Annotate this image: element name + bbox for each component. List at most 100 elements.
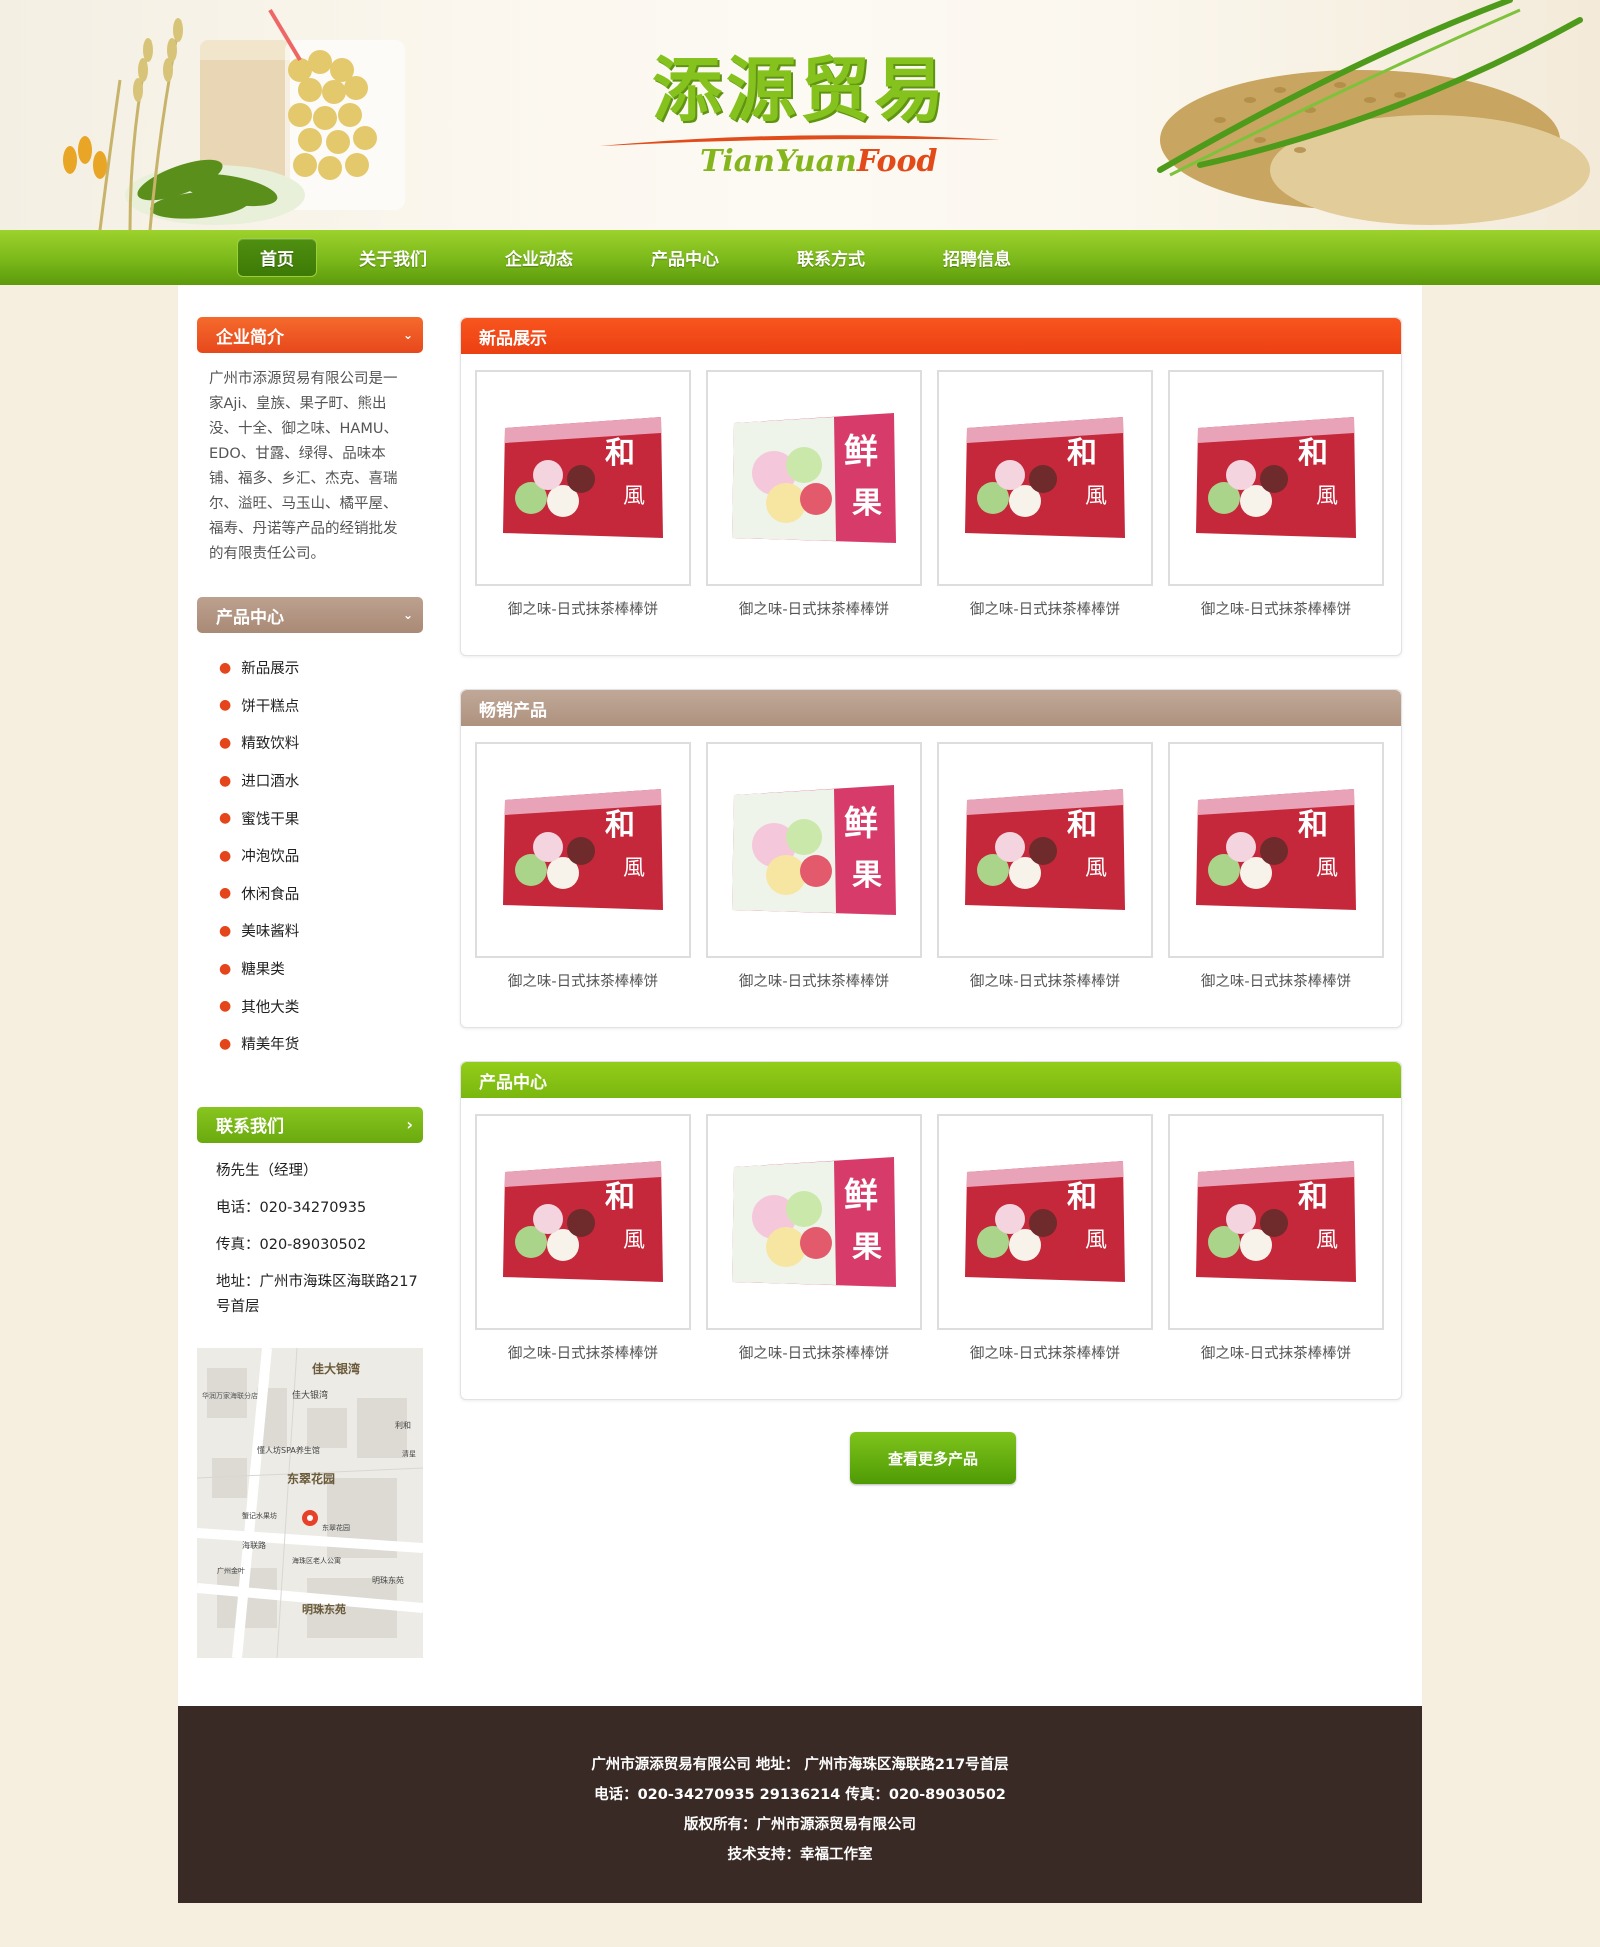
category-item[interactable]: ● 饼干糕点 bbox=[219, 687, 423, 725]
site-logo[interactable]: 添源贸易 TianYuanFood bbox=[600, 48, 1000, 188]
product-card[interactable]: 鲜果御之味-日式抹茶棒棒饼 bbox=[706, 742, 922, 991]
bullet-icon: ● bbox=[219, 772, 232, 789]
bullet-icon: ● bbox=[219, 960, 232, 977]
contact-address: 地址：广州市海珠区海联路217号首层 bbox=[216, 1273, 418, 1315]
category-item[interactable]: ● 冲泡饮品 bbox=[219, 837, 423, 875]
product-image[interactable]: 和風 bbox=[937, 370, 1153, 586]
product-caption[interactable]: 御之味-日式抹茶棒棒饼 bbox=[706, 1342, 922, 1363]
product-center-heading[interactable]: 产品中心 ⌄ bbox=[197, 597, 423, 633]
product-card[interactable]: 鲜果御之味-日式抹茶棒棒饼 bbox=[706, 370, 922, 619]
main-content: 新品展示 和風御之味-日式抹茶棒棒饼鲜果御之味-日式抹茶棒棒饼和風御之味-日式抹… bbox=[460, 317, 1402, 1433]
svg-text:佳大银湾: 佳大银湾 bbox=[312, 1361, 360, 1376]
contact-fax: 传真：020-89030502 bbox=[216, 1236, 367, 1253]
category-item[interactable]: ● 美味酱料 bbox=[219, 912, 423, 950]
bullet-icon: ● bbox=[219, 922, 232, 939]
product-card[interactable]: 和風御之味-日式抹茶棒棒饼 bbox=[1168, 1114, 1384, 1363]
product-image[interactable]: 和風 bbox=[937, 742, 1153, 958]
product-row: 和風御之味-日式抹茶棒棒饼鲜果御之味-日式抹茶棒棒饼和風御之味-日式抹茶棒棒饼和… bbox=[475, 370, 1384, 619]
product-card[interactable]: 和風御之味-日式抹茶棒棒饼 bbox=[475, 742, 691, 991]
svg-text:風: 風 bbox=[1316, 856, 1338, 881]
bullet-icon: ● bbox=[219, 659, 232, 676]
svg-text:和: 和 bbox=[1298, 1180, 1328, 1215]
intro-heading[interactable]: 企业简介 ⌄ bbox=[197, 317, 423, 353]
bestseller-section: 畅销产品 和風御之味-日式抹茶棒棒饼鲜果御之味-日式抹茶棒棒饼和風御之味-日式抹… bbox=[460, 689, 1402, 1028]
svg-text:利和: 利和 bbox=[395, 1420, 411, 1430]
product-image[interactable]: 和風 bbox=[475, 370, 691, 586]
product-caption[interactable]: 御之味-日式抹茶棒棒饼 bbox=[475, 970, 691, 991]
nav-item-contact[interactable]: 联系方式 bbox=[758, 230, 904, 285]
svg-text:果: 果 bbox=[852, 486, 882, 521]
category-item[interactable]: ● 其他大类 bbox=[219, 987, 423, 1025]
nav-item-products[interactable]: 产品中心 bbox=[612, 230, 758, 285]
category-item[interactable]: ● 进口酒水 bbox=[219, 762, 423, 800]
category-item[interactable]: ● 蜜饯干果 bbox=[219, 799, 423, 837]
product-image[interactable]: 和風 bbox=[1168, 742, 1384, 958]
main-nav: 首页 关于我们 企业动态 产品中心 联系方式 招聘信息 bbox=[0, 230, 1600, 285]
category-item[interactable]: ● 糖果类 bbox=[219, 950, 423, 988]
product-caption[interactable]: 御之味-日式抹茶棒棒饼 bbox=[475, 1342, 691, 1363]
product-card[interactable]: 和風御之味-日式抹茶棒棒饼 bbox=[937, 1114, 1153, 1363]
svg-text:鲜: 鲜 bbox=[844, 804, 878, 844]
product-card[interactable]: 和風御之味-日式抹茶棒棒饼 bbox=[1168, 742, 1384, 991]
product-card[interactable]: 和風御之味-日式抹茶棒棒饼 bbox=[937, 370, 1153, 619]
product-caption[interactable]: 御之味-日式抹茶棒棒饼 bbox=[1168, 1342, 1384, 1363]
product-image[interactable]: 和風 bbox=[937, 1114, 1153, 1330]
bullet-icon: ● bbox=[219, 734, 232, 751]
svg-text:風: 風 bbox=[1316, 1228, 1338, 1253]
product-caption[interactable]: 御之味-日式抹茶棒棒饼 bbox=[937, 1342, 1153, 1363]
contact-person: 杨先生（经理） bbox=[216, 1162, 318, 1179]
svg-text:东翠花园: 东翠花园 bbox=[322, 1523, 350, 1532]
nav-item-news[interactable]: 企业动态 bbox=[466, 230, 612, 285]
nav-item-about[interactable]: 关于我们 bbox=[320, 230, 466, 285]
product-image[interactable]: 鲜果 bbox=[706, 370, 922, 586]
svg-text:懂人坊SPA养生馆: 懂人坊SPA养生馆 bbox=[257, 1445, 320, 1455]
location-map[interactable]: 佳大银湾 佳大银湾 华润万家海联分店 利和 清星 懂人坊SPA养生馆 东翠花园 … bbox=[197, 1348, 423, 1658]
chevron-down-icon: ⌄ bbox=[402, 328, 413, 342]
product-caption[interactable]: 御之味-日式抹茶棒棒饼 bbox=[937, 970, 1153, 991]
product-image[interactable]: 和風 bbox=[1168, 1114, 1384, 1330]
product-image[interactable]: 和風 bbox=[475, 1114, 691, 1330]
footer-copyright: 版权所有：广州市源添贸易有限公司 bbox=[684, 1817, 916, 1833]
product-card[interactable]: 和風御之味-日式抹茶棒棒饼 bbox=[475, 1114, 691, 1363]
svg-text:果: 果 bbox=[852, 858, 882, 893]
svg-text:風: 風 bbox=[623, 484, 645, 509]
category-item[interactable]: ● 精致饮料 bbox=[219, 724, 423, 762]
svg-text:佳大银湾: 佳大银湾 bbox=[292, 1389, 328, 1401]
bullet-icon: ● bbox=[219, 847, 232, 864]
nav-item-home[interactable]: 首页 bbox=[234, 230, 320, 285]
company-intro-text: 广州市添源贸易有限公司是一家Aji、皇族、果子町、熊出没、十全、御之味、HAMU… bbox=[209, 371, 398, 562]
svg-text:鲜: 鲜 bbox=[844, 1176, 878, 1216]
svg-text:風: 風 bbox=[1085, 484, 1107, 509]
category-item[interactable]: ● 精美年货 bbox=[219, 1025, 423, 1063]
section-heading: 产品中心 bbox=[461, 1062, 1401, 1098]
product-caption[interactable]: 御之味-日式抹茶棒棒饼 bbox=[937, 598, 1153, 619]
product-caption[interactable]: 御之味-日式抹茶棒棒饼 bbox=[706, 970, 922, 991]
contact-heading[interactable]: 联系我们 › bbox=[197, 1106, 423, 1143]
svg-text:和: 和 bbox=[605, 1180, 635, 1215]
svg-text:和: 和 bbox=[605, 436, 635, 471]
nav-item-jobs[interactable]: 招聘信息 bbox=[904, 230, 1050, 285]
product-card[interactable]: 和風御之味-日式抹茶棒棒饼 bbox=[937, 742, 1153, 991]
product-caption[interactable]: 御之味-日式抹茶棒棒饼 bbox=[475, 598, 691, 619]
product-card[interactable]: 和風御之味-日式抹茶棒棒饼 bbox=[1168, 370, 1384, 619]
svg-text:風: 風 bbox=[1085, 1228, 1107, 1253]
product-card[interactable]: 鲜果御之味-日式抹茶棒棒饼 bbox=[706, 1114, 922, 1363]
svg-text:广州金叶: 广州金叶 bbox=[217, 1566, 245, 1575]
category-item[interactable]: ● 休闲食品 bbox=[219, 875, 423, 913]
product-caption[interactable]: 御之味-日式抹茶棒棒饼 bbox=[1168, 970, 1384, 991]
product-caption[interactable]: 御之味-日式抹茶棒棒饼 bbox=[1168, 598, 1384, 619]
view-more-products-button[interactable]: 查看更多产品 bbox=[850, 1432, 1016, 1484]
chevron-down-icon: ⌄ bbox=[402, 608, 413, 622]
product-row: 和風御之味-日式抹茶棒棒饼鲜果御之味-日式抹茶棒棒饼和風御之味-日式抹茶棒棒饼和… bbox=[475, 1114, 1384, 1363]
product-image[interactable]: 和風 bbox=[475, 742, 691, 958]
product-card[interactable]: 和風御之味-日式抹茶棒棒饼 bbox=[475, 370, 691, 619]
svg-text:清星: 清星 bbox=[402, 1449, 416, 1458]
product-image[interactable]: 鲜果 bbox=[706, 742, 922, 958]
product-caption[interactable]: 御之味-日式抹茶棒棒饼 bbox=[706, 598, 922, 619]
product-image[interactable]: 鲜果 bbox=[706, 1114, 922, 1330]
product-image[interactable]: 和風 bbox=[1168, 370, 1384, 586]
svg-text:風: 風 bbox=[1085, 856, 1107, 881]
svg-text:明珠东苑: 明珠东苑 bbox=[302, 1602, 346, 1616]
category-item[interactable]: ● 新品展示 bbox=[219, 649, 423, 687]
svg-text:明珠东苑: 明珠东苑 bbox=[372, 1575, 404, 1585]
